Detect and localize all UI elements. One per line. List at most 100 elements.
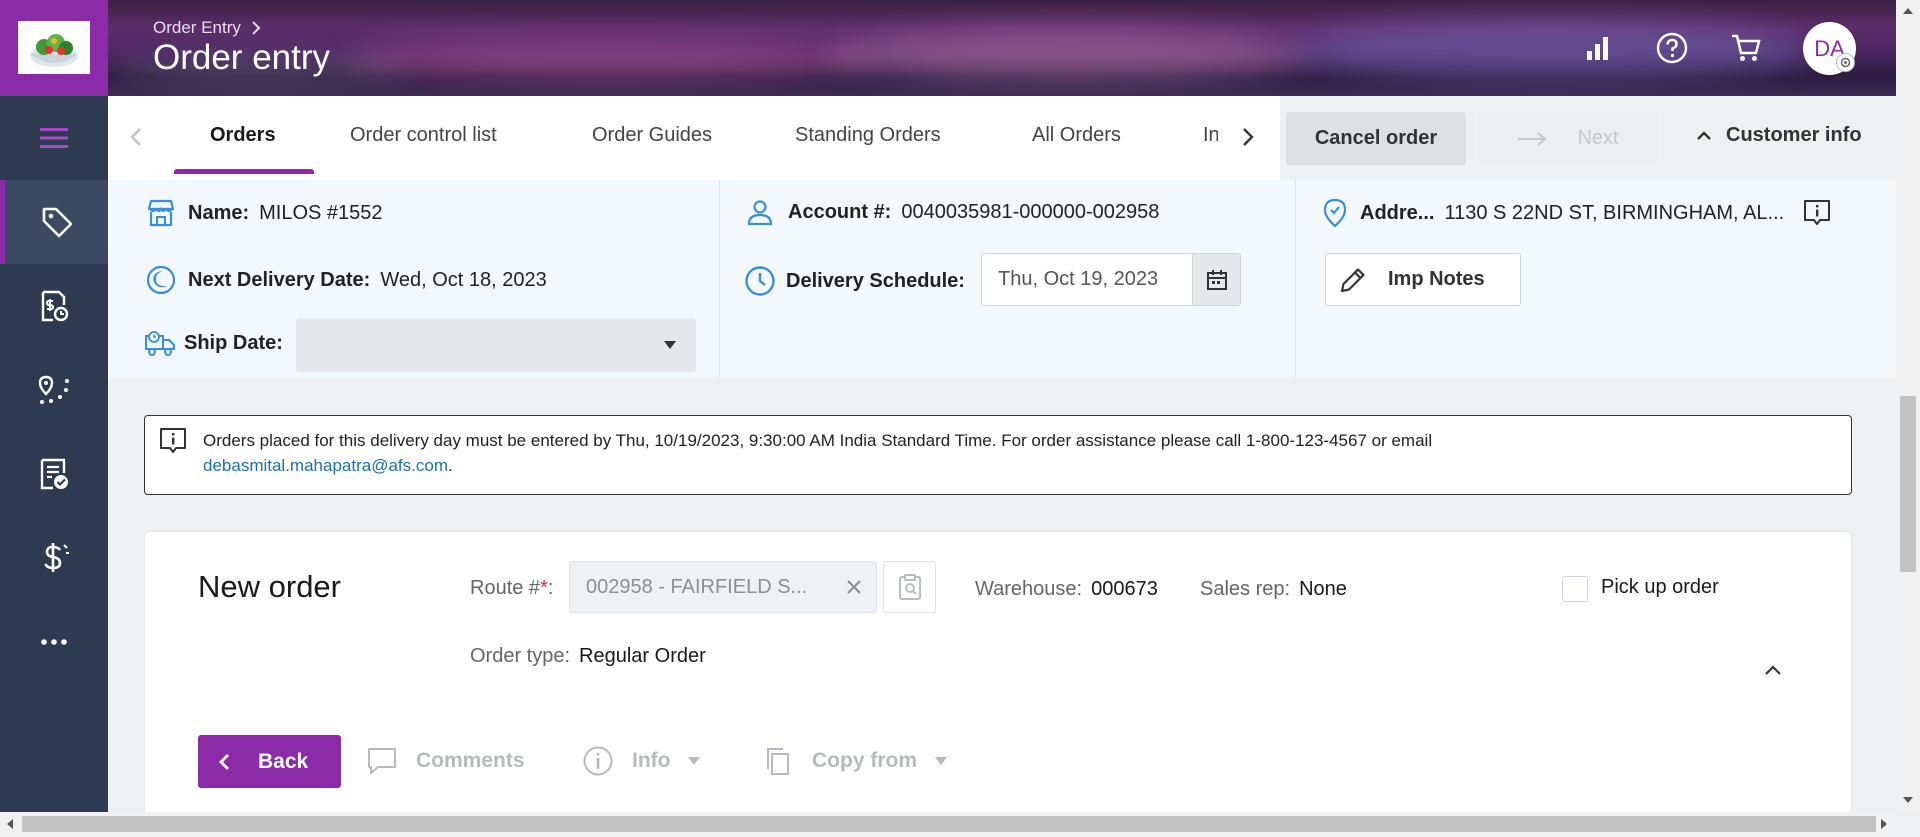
info-caret-icon xyxy=(688,757,701,765)
next-delivery-row: Next Delivery Date: Wed, Oct 18, 2023 xyxy=(146,265,547,295)
imp-notes-button[interactable]: Imp Notes xyxy=(1325,253,1521,306)
clock-icon xyxy=(744,265,776,297)
delivery-schedule-row: Delivery Schedule: xyxy=(744,265,975,297)
moon-clock-icon xyxy=(146,265,176,295)
warehouse-label: Warehouse: xyxy=(975,578,1083,600)
cancel-order-button[interactable]: Cancel order xyxy=(1286,112,1466,165)
notice-suffix: . xyxy=(447,456,453,475)
copy-from-dropdown[interactable]: Copy from xyxy=(762,745,947,777)
sidebar-item-routes[interactable] xyxy=(0,348,108,432)
order-type-value: Regular Order xyxy=(579,645,706,667)
sidebar-item-orders[interactable] xyxy=(0,180,108,264)
address-info-icon[interactable] xyxy=(1802,198,1832,228)
customer-info-toggle[interactable]: Customer info xyxy=(1696,124,1862,147)
invoice-icon xyxy=(37,289,71,323)
route-search-button[interactable] xyxy=(883,561,936,613)
sidebar-item-checklist[interactable] xyxy=(0,432,108,516)
delivery-schedule-picker[interactable]: Thu, Oct 19, 2023 xyxy=(981,253,1241,306)
dropdown-caret-icon xyxy=(664,341,676,349)
route-icon xyxy=(37,373,71,407)
tab-standing-orders[interactable]: Standing Orders xyxy=(795,124,941,147)
tabs-scroll-right-icon[interactable] xyxy=(1242,127,1254,147)
ship-date-select[interactable] xyxy=(296,318,696,372)
clear-icon[interactable] xyxy=(842,575,866,599)
app-logo-area[interactable] xyxy=(0,0,108,96)
customer-info-label: Customer info xyxy=(1726,124,1862,146)
notice-message: Orders placed for this delivery day must… xyxy=(203,431,1433,450)
info-label: Info xyxy=(632,749,671,772)
breadcrumb-link[interactable]: Order Entry xyxy=(153,18,241,38)
comments-button[interactable]: Comments xyxy=(366,745,525,777)
ship-date-row: Ship Date: xyxy=(144,328,293,358)
comment-icon xyxy=(366,745,398,777)
tab-bar: Orders Order control list Order Guides S… xyxy=(108,96,1280,180)
tab-orders[interactable]: Orders xyxy=(210,124,276,147)
pickup-order-label[interactable]: Pick up order xyxy=(1601,576,1719,599)
customer-name: MILOS #1552 xyxy=(259,201,383,224)
route-select[interactable]: 002958 - FAIRFIELD S... xyxy=(569,561,877,613)
settings-badge-icon xyxy=(1836,53,1855,72)
route-label: Route # *: xyxy=(470,577,553,600)
page-title: Order entry xyxy=(153,38,330,77)
cart-icon[interactable] xyxy=(1728,30,1764,66)
horizontal-scroll-thumb[interactable] xyxy=(22,816,1876,832)
store-icon xyxy=(146,198,176,228)
tabs-scroll-left-icon[interactable] xyxy=(130,127,142,147)
back-button[interactable]: Back xyxy=(198,735,341,788)
imp-notes-label: Imp Notes xyxy=(1388,268,1485,290)
person-icon xyxy=(746,198,774,226)
scroll-left-icon[interactable] xyxy=(7,819,13,829)
scroll-down-icon[interactable] xyxy=(1903,797,1913,803)
tab-order-control-list[interactable]: Order control list xyxy=(350,124,497,147)
salad-logo-icon xyxy=(18,21,90,74)
sidebar xyxy=(0,96,108,812)
reports-icon[interactable] xyxy=(1580,30,1616,66)
chevron-left-icon xyxy=(218,753,230,771)
info-dropdown[interactable]: Info xyxy=(582,745,701,777)
sales-rep-value: None xyxy=(1299,578,1347,600)
info-icon xyxy=(582,745,614,777)
copy-icon xyxy=(762,745,794,777)
arrow-right-icon xyxy=(1517,131,1547,146)
active-tab-indicator xyxy=(174,169,314,174)
sidebar-item-payments[interactable] xyxy=(0,516,108,600)
scroll-right-icon[interactable] xyxy=(1881,819,1887,829)
tab-all-orders[interactable]: All Orders xyxy=(1032,124,1121,147)
delivery-schedule-value: Thu, Oct 19, 2023 xyxy=(998,268,1159,290)
notice-text: Orders placed for this delivery day must… xyxy=(203,428,1823,478)
support-email-link[interactable]: debasmital.mahapatra@afs.com xyxy=(203,456,448,475)
comments-label: Comments xyxy=(416,749,525,772)
dollar-icon xyxy=(37,541,71,575)
pencil-icon xyxy=(1338,265,1368,295)
required-asterisk: * xyxy=(540,577,548,599)
tab-order-guides[interactable]: Order Guides xyxy=(592,124,712,147)
customer-address: 1130 S 22ND ST, BIRMINGHAM, AL... xyxy=(1444,201,1785,224)
next-button[interactable]: Next xyxy=(1478,112,1658,165)
help-icon[interactable] xyxy=(1654,30,1690,66)
ship-date-label: Ship Date: xyxy=(184,331,283,354)
collapse-chevron-icon[interactable] xyxy=(1764,664,1782,676)
checklist-icon xyxy=(37,457,71,491)
route-lookup-icon xyxy=(896,573,924,601)
sidebar-item-invoices[interactable] xyxy=(0,264,108,348)
copy-from-caret-icon xyxy=(935,757,947,765)
next-delivery-date: Wed, Oct 18, 2023 xyxy=(380,268,547,291)
tag-icon xyxy=(40,205,74,239)
address-label: Addre... xyxy=(1360,201,1435,224)
divider xyxy=(1295,180,1296,378)
new-order-title: New order xyxy=(198,569,341,604)
breadcrumb[interactable]: Order Entry xyxy=(153,18,261,38)
warehouse-value: 000673 xyxy=(1091,578,1158,600)
truck-icon xyxy=(144,328,176,358)
pickup-order-checkbox[interactable] xyxy=(1562,576,1588,602)
tab-truncated[interactable]: In xyxy=(1203,124,1218,147)
new-order-card xyxy=(144,531,1852,831)
route-label-text: Route # xyxy=(470,577,541,599)
more-icon[interactable] xyxy=(0,600,108,684)
account-label: Account #: xyxy=(788,200,892,223)
menu-icon[interactable] xyxy=(0,96,108,180)
customer-name-row: Name: MILOS #1552 xyxy=(146,198,383,228)
scroll-up-icon[interactable] xyxy=(1903,8,1913,14)
vertical-scroll-thumb[interactable] xyxy=(1900,396,1916,572)
calendar-icon[interactable] xyxy=(1192,254,1240,305)
